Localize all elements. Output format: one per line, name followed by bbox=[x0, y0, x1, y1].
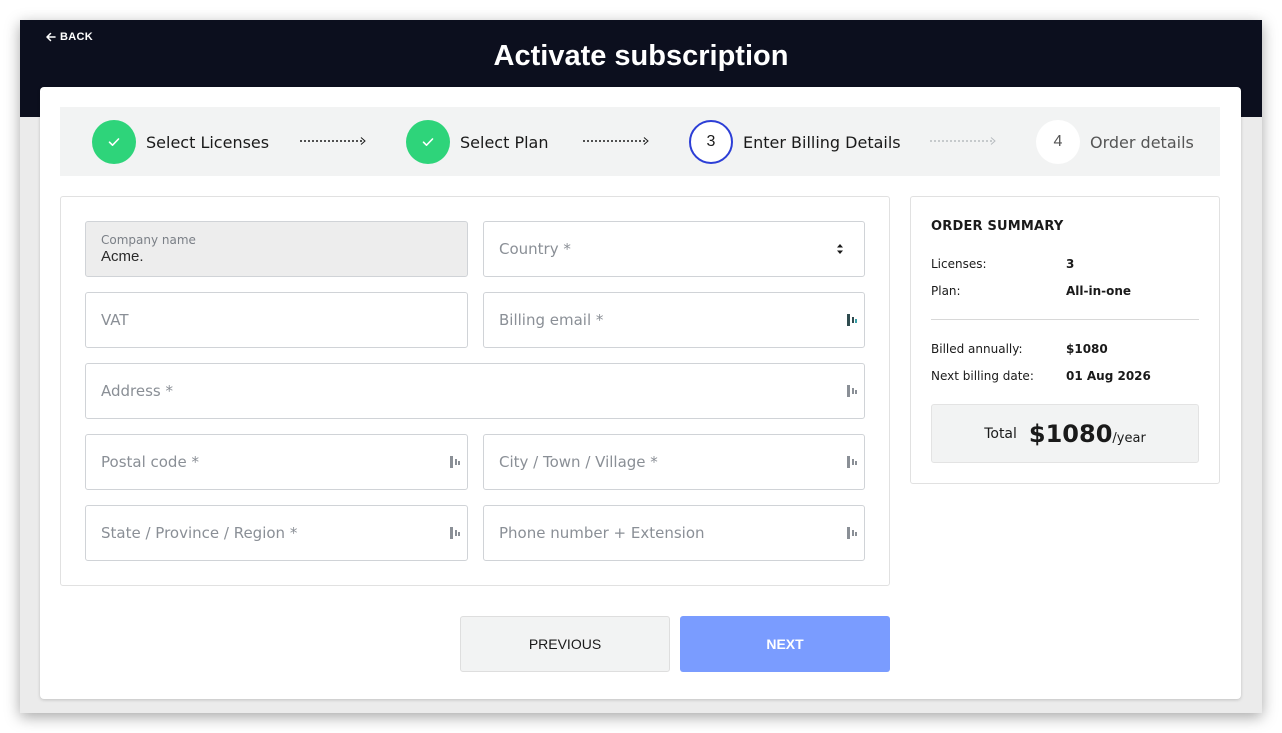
step-select-plan: Select Plan bbox=[406, 120, 548, 164]
autofill-icon[interactable] bbox=[846, 526, 858, 540]
billed-value: $1080 bbox=[1066, 342, 1108, 356]
step-label: Select Plan bbox=[460, 132, 549, 152]
step-select-licenses: Select Licenses bbox=[92, 120, 269, 164]
plan-label: Plan: bbox=[931, 284, 961, 298]
step-complete-badge bbox=[92, 120, 136, 164]
dotted-arrow-icon bbox=[583, 137, 649, 145]
autofill-icon[interactable] bbox=[846, 384, 858, 398]
postal-code-field[interactable]: Postal code * bbox=[85, 434, 468, 490]
total-period: /year bbox=[1112, 430, 1146, 446]
state-field[interactable]: State / Province / Region * bbox=[85, 505, 468, 561]
step-label: Order details bbox=[1090, 132, 1194, 152]
autofill-icon[interactable] bbox=[846, 455, 858, 469]
state-placeholder: State / Province / Region * bbox=[101, 524, 298, 542]
progress-stepper: Select Licenses Select Plan 3 Enter Bill… bbox=[60, 107, 1220, 176]
order-summary-heading: ORDER SUMMARY bbox=[931, 219, 1064, 234]
country-select[interactable]: Country * bbox=[483, 221, 865, 277]
order-summary: ORDER SUMMARY Licenses: 3 Plan: All-in-o… bbox=[910, 196, 1220, 484]
vat-placeholder: VAT bbox=[101, 311, 129, 329]
billing-form: Company name Acme. Country * VAT Billing… bbox=[60, 196, 890, 586]
total-box: Total $1080/year bbox=[931, 404, 1199, 463]
company-name-value: Acme. bbox=[101, 248, 144, 265]
vat-field[interactable]: VAT bbox=[85, 292, 468, 348]
city-placeholder: City / Town / Village * bbox=[499, 453, 658, 471]
total-amount-wrap: $1080/year bbox=[1029, 420, 1146, 448]
plan-value: All-in-one bbox=[1066, 284, 1132, 298]
step-enter-billing-details: 3 Enter Billing Details bbox=[689, 120, 901, 164]
company-name-label: Company name bbox=[101, 233, 196, 247]
billing-email-field[interactable]: Billing email * bbox=[483, 292, 865, 348]
autofill-icon[interactable] bbox=[449, 526, 461, 540]
billing-email-placeholder: Billing email * bbox=[499, 311, 604, 329]
dotted-arrow-icon bbox=[930, 137, 996, 145]
next-billing-value: 01 Aug 2026 bbox=[1066, 369, 1151, 383]
billed-label: Billed annually: bbox=[931, 342, 1023, 356]
address-field[interactable]: Address * bbox=[85, 363, 865, 419]
previous-button[interactable]: PREVIOUS bbox=[460, 616, 670, 672]
step-label: Select Licenses bbox=[146, 132, 270, 152]
page-title: Activate subscription bbox=[493, 40, 789, 72]
app-window: BACK Activate subscription Select Licens… bbox=[20, 20, 1262, 713]
total-amount: $1080 bbox=[1028, 419, 1113, 448]
next-billing-label: Next billing date: bbox=[931, 369, 1034, 383]
next-button[interactable]: NEXT bbox=[680, 616, 890, 672]
company-name-field: Company name Acme. bbox=[85, 221, 468, 277]
summary-divider bbox=[931, 319, 1199, 320]
postal-code-placeholder: Postal code * bbox=[101, 453, 199, 471]
main-panel: Select Licenses Select Plan 3 Enter Bill… bbox=[40, 87, 1241, 699]
checkmark-icon bbox=[422, 138, 434, 146]
phone-field[interactable]: Phone number + Extension bbox=[483, 505, 865, 561]
country-placeholder: Country * bbox=[499, 240, 571, 258]
total-label: Total bbox=[984, 425, 1017, 442]
step-number-badge: 3 bbox=[689, 120, 733, 164]
step-number-badge: 4 bbox=[1036, 120, 1080, 164]
step-order-details: 4 Order details bbox=[1036, 120, 1194, 164]
select-arrows-icon bbox=[837, 244, 843, 254]
step-label: Enter Billing Details bbox=[743, 132, 901, 152]
dotted-arrow-icon bbox=[300, 137, 366, 145]
licenses-label: Licenses: bbox=[931, 257, 987, 271]
step-complete-badge bbox=[406, 120, 450, 164]
autofill-icon[interactable] bbox=[449, 455, 461, 469]
checkmark-icon bbox=[108, 138, 120, 146]
address-placeholder: Address * bbox=[101, 382, 174, 400]
licenses-value: 3 bbox=[1066, 257, 1075, 271]
phone-placeholder: Phone number + Extension bbox=[499, 524, 705, 542]
autofill-icon[interactable] bbox=[846, 313, 858, 327]
city-field[interactable]: City / Town / Village * bbox=[483, 434, 865, 490]
